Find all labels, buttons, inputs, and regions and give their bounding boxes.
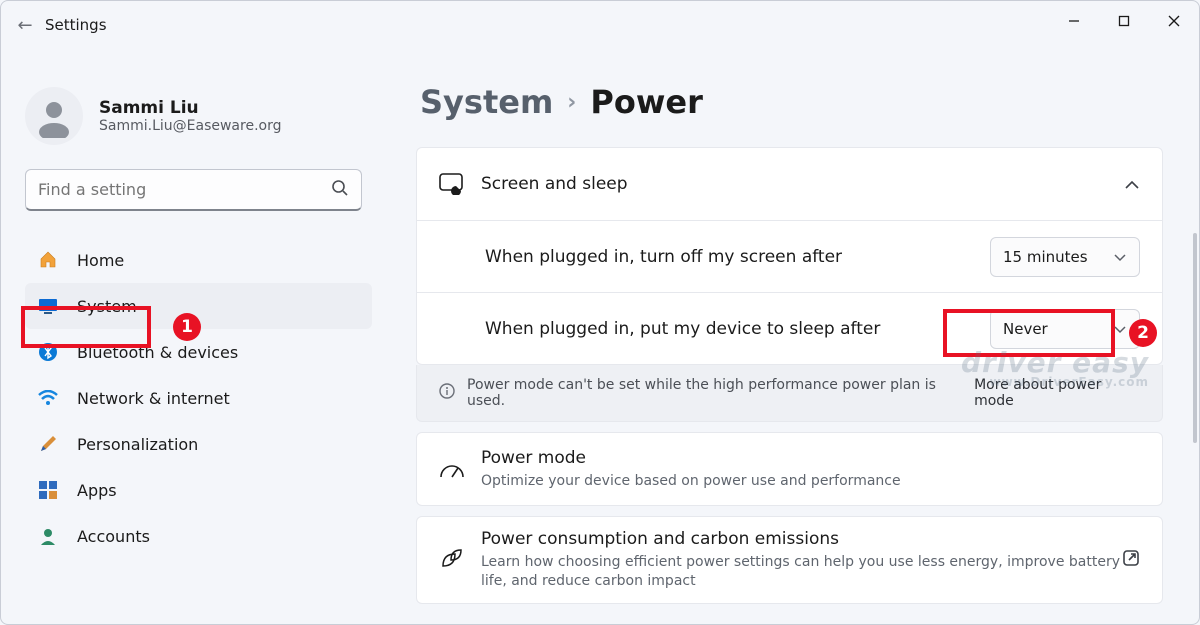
breadcrumb: System › Power xyxy=(420,83,1163,121)
nav-network[interactable]: Network & internet xyxy=(25,375,372,421)
info-strip: Power mode can't be set while the high p… xyxy=(416,365,1163,422)
power-mode-sub: Optimize your device based on power use … xyxy=(481,472,1140,491)
sleep-label: When plugged in, put my device to sleep … xyxy=(485,319,990,339)
nav-label: Accounts xyxy=(77,527,150,546)
profile-name: Sammi Liu xyxy=(99,98,281,118)
chevron-right-icon: › xyxy=(567,90,576,115)
leaf-icon xyxy=(439,548,481,572)
search-box[interactable] xyxy=(25,169,362,211)
screen-sleep-header[interactable]: Screen and sleep xyxy=(417,148,1162,220)
screen-off-label: When plugged in, turn off my screen afte… xyxy=(485,247,990,267)
avatar xyxy=(25,87,83,145)
nav-label: Bluetooth & devices xyxy=(77,343,238,362)
screen-sleep-label: Screen and sleep xyxy=(481,174,1124,194)
screen-sleep-icon xyxy=(439,173,481,195)
bluetooth-icon xyxy=(37,343,59,361)
breadcrumb-parent[interactable]: System xyxy=(420,83,553,121)
sleep-select[interactable]: Never xyxy=(990,309,1140,349)
sleep-value: Never xyxy=(1003,320,1048,338)
carbon-title: Power consumption and carbon emissions xyxy=(481,529,1122,549)
nav-home[interactable]: Home xyxy=(25,237,372,283)
user-icon xyxy=(37,527,59,545)
window-title: Settings xyxy=(45,16,107,34)
screen-off-row: When plugged in, turn off my screen afte… xyxy=(417,220,1162,292)
gauge-icon xyxy=(439,459,481,479)
sleep-row: When plugged in, put my device to sleep … xyxy=(417,292,1162,364)
chevron-down-icon xyxy=(1113,320,1127,338)
close-button[interactable] xyxy=(1149,1,1199,41)
system-icon xyxy=(37,298,59,314)
nav-apps[interactable]: Apps xyxy=(25,467,372,513)
profile-email: Sammi.Liu@Easeware.org xyxy=(99,118,281,134)
nav-label: Personalization xyxy=(77,435,198,454)
home-icon xyxy=(37,250,59,270)
nav-label: Network & internet xyxy=(77,389,230,408)
external-link-icon[interactable] xyxy=(1122,549,1140,571)
power-mode-row[interactable]: Power mode Optimize your device based on… xyxy=(417,433,1162,505)
nav-label: System xyxy=(77,297,137,316)
carbon-sub: Learn how choosing efficient power setti… xyxy=(481,553,1122,591)
screen-off-select[interactable]: 15 minutes xyxy=(990,237,1140,277)
carbon-row[interactable]: Power consumption and carbon emissions L… xyxy=(417,517,1162,603)
screen-off-value: 15 minutes xyxy=(1003,248,1088,266)
wifi-icon xyxy=(37,390,59,406)
chevron-up-icon xyxy=(1124,175,1140,194)
more-power-link[interactable]: More about power mode xyxy=(974,377,1140,409)
annotation-badge-2: 2 xyxy=(1129,319,1157,347)
brush-icon xyxy=(37,434,59,454)
profile[interactable]: Sammi Liu Sammi.Liu@Easeware.org xyxy=(1,59,386,167)
search-icon xyxy=(331,179,349,201)
breadcrumb-current: Power xyxy=(590,83,702,121)
nav-personalization[interactable]: Personalization xyxy=(25,421,372,467)
nav-accounts[interactable]: Accounts xyxy=(25,513,372,559)
nav-label: Apps xyxy=(77,481,117,500)
maximize-button[interactable] xyxy=(1099,1,1149,41)
apps-icon xyxy=(37,481,59,499)
scrollbar[interactable] xyxy=(1193,233,1197,443)
info-icon xyxy=(439,383,455,403)
chevron-down-icon xyxy=(1113,248,1127,266)
back-button[interactable]: ← xyxy=(5,15,45,36)
info-text: Power mode can't be set while the high p… xyxy=(467,377,962,409)
nav-label: Home xyxy=(77,251,124,270)
search-input[interactable] xyxy=(38,180,331,199)
annotation-badge-1: 1 xyxy=(173,313,201,341)
minimize-button[interactable] xyxy=(1049,1,1099,41)
nav-bluetooth[interactable]: Bluetooth & devices xyxy=(25,329,372,375)
power-mode-title: Power mode xyxy=(481,448,1140,468)
